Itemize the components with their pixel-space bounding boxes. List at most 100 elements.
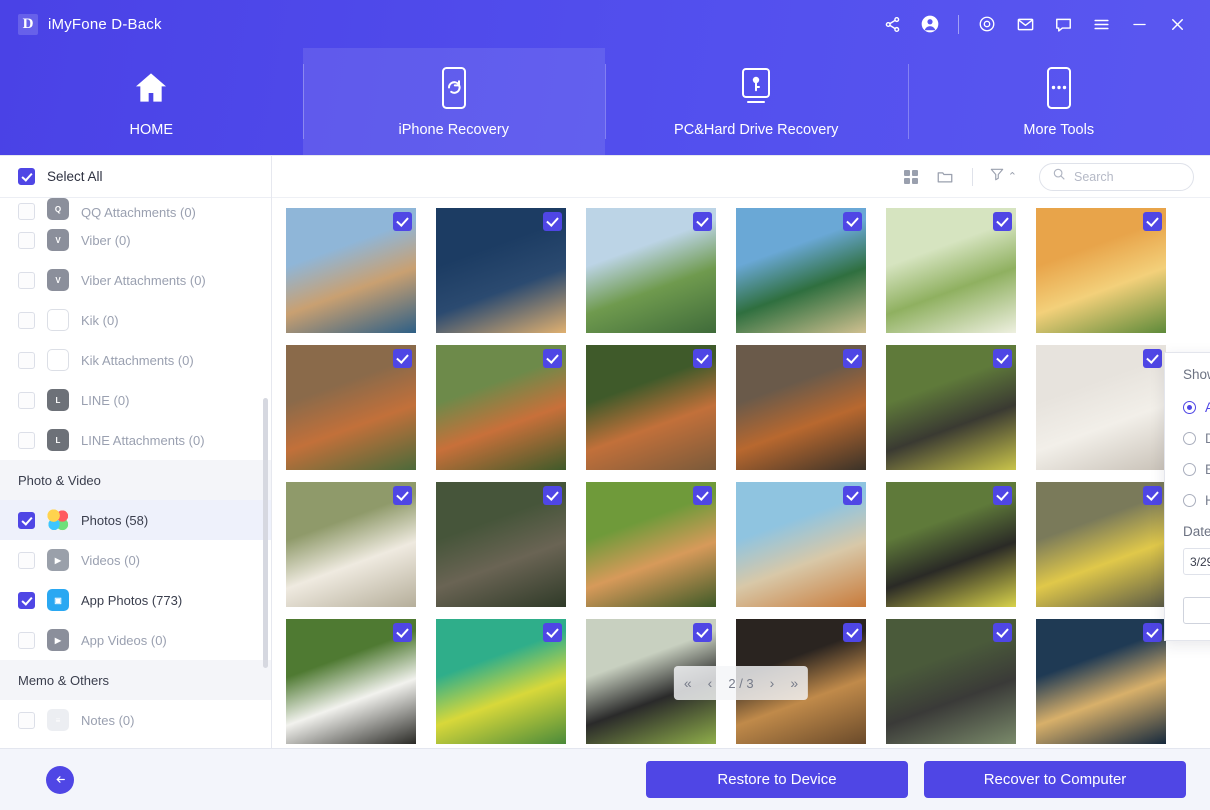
recover-to-computer-button[interactable]: Recover to Computer (924, 761, 1186, 798)
thumbnail-item[interactable] (886, 482, 1016, 607)
share-icon[interactable] (873, 7, 911, 41)
date-from-field[interactable]: 3/29/2023 (1183, 548, 1210, 575)
sidebar-item[interactable]: V Viber (0) (0, 220, 271, 260)
thumbnail-item[interactable] (1036, 482, 1166, 607)
thumbnail-item[interactable] (736, 345, 866, 470)
thumbnail-checkbox[interactable] (543, 212, 562, 231)
nav-tab-more-tools[interactable]: More Tools (907, 48, 1210, 155)
filter-option-radio[interactable] (1183, 463, 1196, 476)
thumbnail-checkbox[interactable] (1143, 212, 1162, 231)
sidebar-item-checkbox[interactable] (18, 271, 35, 289)
filter-option[interactable]: Existing files(58) (1183, 454, 1210, 485)
sidebar-item[interactable]: Photos (58) (0, 500, 271, 540)
sidebar-item[interactable]: V Viber Attachments (0) (0, 260, 271, 300)
thumbnail-checkbox[interactable] (393, 349, 412, 368)
thumbnail-item[interactable] (436, 482, 566, 607)
filter-option-radio[interactable] (1183, 432, 1196, 445)
thumbnail-item[interactable] (436, 345, 566, 470)
sidebar-item[interactable]: kik Kik (0) (0, 300, 271, 340)
thumbnail-checkbox[interactable] (543, 349, 562, 368)
thumbnail-item[interactable] (586, 345, 716, 470)
sidebar-item[interactable]: ▣ App Photos (773) (0, 580, 271, 620)
account-icon[interactable] (911, 7, 949, 41)
sidebar-scrollbar[interactable] (263, 398, 268, 668)
thumbnail-checkbox[interactable] (543, 623, 562, 642)
sidebar-item-checkbox[interactable] (18, 391, 35, 409)
filter-button[interactable]: ⌃ (983, 166, 1023, 187)
sidebar-item[interactable]: kik Kik Attachments (0) (0, 340, 271, 380)
sidebar-item[interactable]: Q QQ Attachments (0) (0, 198, 271, 220)
thumbnail-item[interactable] (286, 619, 416, 744)
filter-option-radio[interactable] (1183, 494, 1196, 507)
restore-to-device-button[interactable]: Restore to Device (646, 761, 908, 798)
thumbnail-checkbox[interactable] (393, 486, 412, 505)
sidebar-item-checkbox[interactable] (18, 203, 35, 220)
sidebar-item-checkbox[interactable] (18, 511, 35, 529)
thumbnail-checkbox[interactable] (1143, 623, 1162, 642)
grid-view-icon[interactable] (894, 162, 928, 192)
minimize-icon[interactable] (1120, 7, 1158, 41)
thumbnail-checkbox[interactable] (843, 486, 862, 505)
sidebar-item[interactable]: ≡ Notes (0) (0, 700, 271, 740)
thumbnail-item[interactable] (436, 619, 566, 744)
search-box[interactable] (1039, 162, 1194, 191)
thumbnail-item[interactable] (286, 208, 416, 333)
chat-icon[interactable] (1044, 7, 1082, 41)
thumbnail-checkbox[interactable] (1143, 349, 1162, 368)
thumbnail-checkbox[interactable] (993, 486, 1012, 505)
sidebar-item-checkbox[interactable] (18, 311, 35, 329)
sidebar-item-checkbox[interactable] (18, 631, 35, 649)
thumbnail-item[interactable] (886, 345, 1016, 470)
select-all-row[interactable]: Select All (0, 156, 271, 198)
sidebar-item[interactable]: ▶ Videos (0) (0, 540, 271, 580)
page-last-button[interactable]: » (790, 675, 798, 691)
back-arrow-icon[interactable] (46, 765, 74, 794)
sidebar-item-checkbox[interactable] (18, 431, 35, 449)
thumbnail-checkbox[interactable] (693, 349, 712, 368)
thumbnail-checkbox[interactable] (693, 623, 712, 642)
thumbnail-checkbox[interactable] (1143, 486, 1162, 505)
thumbnail-checkbox[interactable] (843, 623, 862, 642)
filter-option[interactable]: Deleted files(0) (1183, 423, 1210, 454)
page-prev-button[interactable]: ‹ (708, 675, 713, 691)
nav-tab-iphone-recovery[interactable]: iPhone Recovery (302, 48, 605, 155)
thumbnail-item[interactable] (736, 208, 866, 333)
sidebar-item-checkbox[interactable] (18, 551, 35, 569)
thumbnail-item[interactable] (286, 482, 416, 607)
sidebar-item-checkbox[interactable] (18, 591, 35, 609)
filter-option-radio[interactable] (1183, 401, 1196, 414)
sidebar-item-checkbox[interactable] (18, 711, 35, 729)
select-all-checkbox[interactable] (18, 168, 35, 185)
thumbnail-checkbox[interactable] (693, 486, 712, 505)
thumbnail-item[interactable] (736, 482, 866, 607)
thumbnail-checkbox[interactable] (543, 486, 562, 505)
thumbnail-checkbox[interactable] (993, 212, 1012, 231)
thumbnail-checkbox[interactable] (693, 212, 712, 231)
thumbnail-grid-wrapper[interactable]: « ‹ 2 / 3 › » (272, 198, 1210, 748)
thumbnail-checkbox[interactable] (993, 623, 1012, 642)
sidebar-item[interactable]: ▶ App Videos (0) (0, 620, 271, 660)
menu-icon[interactable] (1082, 7, 1120, 41)
page-next-button[interactable]: › (770, 675, 775, 691)
thumbnail-checkbox[interactable] (393, 212, 412, 231)
nav-tab-home[interactable]: HOME (0, 48, 303, 155)
target-icon[interactable] (968, 7, 1006, 41)
sidebar-item-checkbox[interactable] (18, 231, 35, 249)
folder-view-icon[interactable] (928, 162, 962, 192)
thumbnail-checkbox[interactable] (843, 349, 862, 368)
thumbnail-item[interactable] (286, 345, 416, 470)
thumbnail-checkbox[interactable] (993, 349, 1012, 368)
sidebar-item[interactable]: L LINE (0) (0, 380, 271, 420)
reset-button[interactable]: Reset (1183, 597, 1210, 624)
thumbnail-item[interactable] (586, 482, 716, 607)
sidebar-scroll-area[interactable]: Q QQ Attachments (0) V Viber (0) V Viber Atta… (0, 198, 271, 748)
thumbnail-item[interactable] (886, 619, 1016, 744)
close-icon[interactable] (1158, 7, 1196, 41)
sidebar-item-checkbox[interactable] (18, 351, 35, 369)
thumbnail-item[interactable] (586, 208, 716, 333)
page-first-button[interactable]: « (684, 675, 692, 691)
search-input[interactable] (1074, 169, 1181, 184)
thumbnail-checkbox[interactable] (393, 623, 412, 642)
nav-tab-pc-hard-drive-recovery[interactable]: PC&Hard Drive Recovery (605, 48, 908, 155)
mail-icon[interactable] (1006, 7, 1044, 41)
